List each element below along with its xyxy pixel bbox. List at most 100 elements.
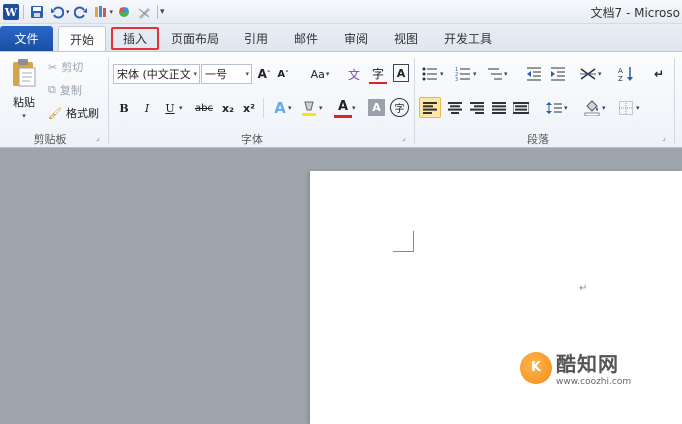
color-ball-icon[interactable] [115,3,133,21]
justify-button[interactable] [490,98,508,118]
site-watermark: K 酷知网 www.coozhi.com [520,348,631,387]
multilevel-dropdown-icon[interactable]: ▾ [504,70,508,78]
qat-divider [157,5,159,19]
font-row-divider [263,98,264,118]
font-family-dropdown-icon[interactable]: ▾ [193,70,197,78]
borders-icon [619,101,633,115]
format-painter-label: 格式刷 [65,107,99,120]
subscript-icon: x₂ [222,101,234,115]
enclose-characters-button[interactable]: 字 [390,98,409,117]
highlight-color-button[interactable] [299,98,319,118]
shrink-font-button[interactable]: A ˅ [276,66,290,82]
word-logo-icon[interactable]: W [3,4,19,20]
italic-button[interactable]: I [140,100,154,116]
numbering-dropdown-icon[interactable]: ▾ [473,70,477,78]
change-case-button[interactable]: Aa ▾ [307,66,333,82]
numbering-button[interactable]: 123 [454,64,472,84]
window-title: 文档7 - Microso [590,6,681,20]
bullets-dropdown-icon[interactable]: ▾ [440,70,444,78]
line-spacing-button[interactable] [545,98,563,118]
align-center-icon [448,102,462,114]
align-center-button[interactable] [446,98,464,118]
align-right-button[interactable] [468,98,486,118]
show-marks-button[interactable]: ↵ [650,64,668,84]
grow-font-button[interactable]: A ˄ [257,66,271,82]
subscript-button[interactable]: x₂ [219,100,237,116]
clear-formatting-button[interactable]: 文 [345,64,363,84]
palette-dropdown-icon[interactable]: ▾ [110,8,114,16]
italic-icon: I [144,101,150,115]
copy-icon: ⧉ [48,83,56,96]
copy-button[interactable]: ⧉ 复制 [48,81,82,99]
redo-icon[interactable] [72,3,90,21]
tab-page-layout[interactable]: 页面布局 [166,26,224,51]
cut-button[interactable]: ✂ 剪切 [48,58,83,76]
undo-icon[interactable] [48,3,66,21]
shading-dropdown-icon[interactable]: ▾ [602,104,606,112]
paragraph-launcher-icon[interactable]: ⌟ [662,133,666,142]
watermark-text: 酷知网 www.coozhi.com [556,348,631,387]
strikethrough-button[interactable]: abc [193,100,215,116]
borders-dropdown-icon[interactable]: ▾ [636,104,640,112]
tab-mailings[interactable]: 邮件 [288,26,324,51]
font-color-button[interactable]: A [334,98,352,118]
text-effects-button[interactable]: A [271,98,289,118]
superscript-icon: x² [243,101,255,115]
shading-button[interactable] [583,98,601,118]
font-size-value: 一号 [205,68,227,81]
clipboard-launcher-icon[interactable]: ⌟ [96,133,100,142]
group-divider [108,58,109,144]
character-shading-button[interactable]: A [368,99,385,116]
chinese-layout-button[interactable] [578,64,598,84]
numbering-icon: 123 [455,67,470,81]
change-case-icon: Aa [310,67,325,81]
borders-button[interactable] [617,98,635,118]
tab-review[interactable]: 审阅 [338,26,374,51]
format-painter-button[interactable]: 🖌 格式刷 [48,104,99,122]
sort-icon: AZ [618,67,633,82]
decrease-indent-button[interactable] [525,64,543,84]
font-size-dropdown-icon[interactable]: ▾ [245,70,249,78]
distributed-button[interactable] [512,98,530,118]
font-family-value: 宋体 (中文正文 [117,68,191,81]
underline-dropdown-icon[interactable]: ▾ [179,104,183,112]
tab-references[interactable]: 引用 [238,26,274,51]
line-spacing-dropdown-icon[interactable]: ▾ [564,104,568,112]
paint-palette-icon[interactable] [92,3,110,21]
tab-home[interactable]: 开始 [58,26,106,52]
paragraph-mark: ↵ [579,283,588,294]
watermark-name: 酷知网 [556,352,619,376]
highlight-dropdown-icon[interactable]: ▾ [319,104,323,112]
font-size-select[interactable]: 一号 ▾ [201,64,252,84]
font-family-select[interactable]: 宋体 (中文正文 ▾ [113,64,200,84]
tab-view[interactable]: 视图 [388,26,424,51]
drawing-pen-icon[interactable] [135,3,153,21]
undo-dropdown-icon[interactable]: ▾ [66,8,70,16]
tab-file[interactable]: 文件 [0,26,53,51]
font-launcher-icon[interactable]: ⌟ [402,133,406,142]
ribbon-tabs: 文件 开始 插入 页面布局 引用 邮件 审阅 视图 开发工具 [0,24,682,52]
align-left-button[interactable] [419,97,441,118]
bold-icon: B [119,101,129,115]
multilevel-list-button[interactable] [486,64,504,84]
brush-icon: 🖌 [48,106,62,120]
customize-qat-icon[interactable]: ▾ [160,7,165,17]
character-border-button[interactable]: A [393,64,409,82]
font-color-dropdown-icon[interactable]: ▾ [352,104,356,112]
text-effects-dropdown-icon[interactable]: ▾ [288,104,292,112]
increase-indent-button[interactable] [549,64,567,84]
bold-button[interactable]: B [117,100,131,116]
underline-button[interactable]: U [163,100,177,116]
tab-insert[interactable]: 插入 [111,27,159,50]
sort-button[interactable]: AZ [617,64,635,84]
bullets-button[interactable] [421,64,439,84]
superscript-button[interactable]: x² [240,100,258,116]
chinese-layout-dropdown-icon[interactable]: ▾ [598,70,602,78]
save-icon[interactable] [28,3,46,21]
justify-icon [492,102,506,114]
paste-dropdown-icon[interactable]: ▾ [22,112,26,120]
line-spacing-icon [546,102,562,114]
paste-button[interactable]: 粘贴 ▾ [6,56,42,122]
tab-developer[interactable]: 开发工具 [438,26,498,51]
phonetic-guide-button[interactable]: 字 [369,64,387,84]
